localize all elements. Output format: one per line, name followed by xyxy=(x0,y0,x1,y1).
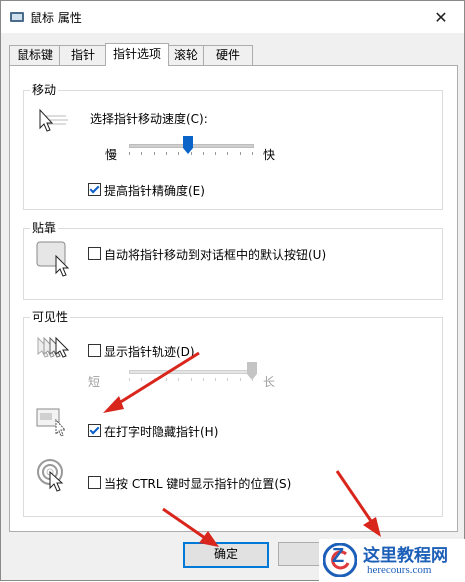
snap-to-icon xyxy=(36,241,70,277)
show-location-icon xyxy=(37,459,64,492)
hide-while-typing-label[interactable]: 在打字时隐藏指针(H) xyxy=(104,423,218,440)
show-location-ctrl-checkbox[interactable] xyxy=(88,476,101,489)
motion-group xyxy=(23,90,443,210)
motion-group-title: 移动 xyxy=(30,81,59,98)
pointer-trails-checkbox[interactable] xyxy=(88,344,101,357)
slider-tick xyxy=(178,152,180,155)
visibility-group-title: 可见性 xyxy=(30,308,71,325)
slider-tick xyxy=(239,378,241,381)
slider-tick xyxy=(227,152,229,155)
slider-tick xyxy=(141,378,143,381)
watermark-brand: 这里教程网 xyxy=(363,546,448,566)
slow-label: 慢 xyxy=(105,148,118,162)
pointer-trails-icon xyxy=(37,336,70,358)
slider-tick xyxy=(178,378,180,381)
close-icon: ✕ xyxy=(434,7,448,27)
enhance-precision-label[interactable]: 提高指针精确度(E) xyxy=(104,182,205,199)
tab-hardware[interactable]: 硬件 xyxy=(203,45,253,65)
enhance-precision-checkbox[interactable] xyxy=(88,183,101,196)
tab-pointers[interactable]: 指针 xyxy=(59,45,107,65)
tab-buttons[interactable]: 鼠标键 xyxy=(9,45,61,65)
slider-tick xyxy=(215,152,217,155)
tab-wheel[interactable]: 滚轮 xyxy=(167,45,205,65)
short-label: 短 xyxy=(88,375,101,389)
slider-tick xyxy=(141,152,143,155)
slider-tick xyxy=(215,378,217,381)
slider-tick xyxy=(165,378,167,381)
slider-tick xyxy=(190,152,192,155)
slider-tick xyxy=(202,152,204,155)
tab-pointer-options[interactable]: 指针选项 xyxy=(105,43,169,66)
show-location-ctrl-label[interactable]: 当按 CTRL 键时显示指针的位置(S) xyxy=(104,475,291,492)
slider-tick xyxy=(129,152,130,155)
mouse-icon xyxy=(10,12,24,22)
speed-slider-thumb[interactable] xyxy=(183,136,194,154)
slider-tick xyxy=(202,378,204,381)
slider-tick xyxy=(190,378,192,381)
snap-to-default-checkbox[interactable] xyxy=(88,247,101,260)
snap-group-title: 贴靠 xyxy=(30,219,59,236)
slider-tick xyxy=(129,378,130,381)
watermark-url: herecours.com xyxy=(367,564,432,576)
title-bar[interactable]: 鼠标 属性 ✕ xyxy=(1,1,464,33)
slider-tick xyxy=(227,378,229,381)
slider-tick xyxy=(252,378,253,381)
pointer-trails-label[interactable]: 显示指针轨迹(D) xyxy=(104,343,195,360)
speed-label: 选择指针移动速度(C): xyxy=(90,112,208,126)
ok-button[interactable]: 确定 xyxy=(183,542,269,568)
mouse-properties-dialog: 鼠标 属性 ✕ 鼠标键 指针 指针选项 滚轮 硬件 移动 选择指针移动速度(C)… xyxy=(0,0,465,582)
slider-tick xyxy=(252,152,253,155)
slider-tick xyxy=(153,378,155,381)
pointer-options-panel: 移动 选择指针移动速度(C): 慢 快 提高指针精确度(E) 贴靠 自动将指针移… xyxy=(9,65,458,532)
trail-length-slider-track[interactable] xyxy=(129,370,254,374)
hide-while-typing-icon xyxy=(36,408,67,437)
pointer-speed-icon xyxy=(39,108,68,132)
slider-tick xyxy=(239,152,241,155)
slider-tick xyxy=(153,152,155,155)
watermark-logo-letter: Z xyxy=(332,545,345,567)
watermark: Z 这里教程网 herecours.com xyxy=(319,539,465,582)
long-label: 长 xyxy=(263,375,276,389)
hide-while-typing-checkbox[interactable] xyxy=(88,424,101,437)
snap-to-default-label[interactable]: 自动将指针移动到对话框中的默认按钮(U) xyxy=(104,246,326,263)
fast-label: 快 xyxy=(263,148,276,162)
close-button[interactable]: ✕ xyxy=(418,1,464,33)
snap-group xyxy=(23,228,443,300)
slider-tick xyxy=(165,152,167,155)
window-title: 鼠标 属性 xyxy=(30,11,82,25)
